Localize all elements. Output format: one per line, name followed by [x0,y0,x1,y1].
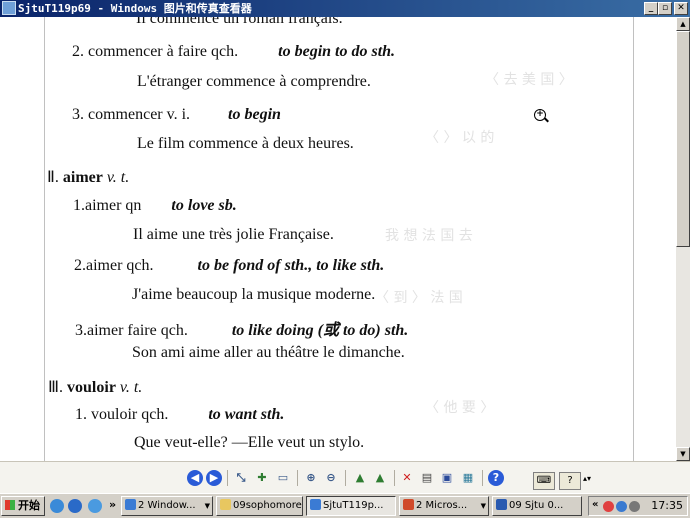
print-icon[interactable]: ▤ [419,470,435,486]
clock: 17:35 [651,499,683,512]
scanned-page: 〈 去 美 国 〉 〈 〉 以 的 我 想 法 国 去 〈 到 〉 法 国 〈 … [44,17,634,461]
toolbar-separator [394,470,395,486]
zoom-out-icon[interactable]: ⊖ [323,470,339,486]
example-line: Que veut-elle? —Elle veut un stylo. [134,434,365,451]
toolbar-separator [297,470,298,486]
best-fit-icon[interactable]: ⤡ [233,470,249,486]
toolbar-separator [345,470,346,486]
example-line: L'étranger commence à comprendre. [137,73,371,90]
messenger-icon[interactable] [88,499,102,513]
language-bar-options-icon[interactable]: ▴▾ [583,474,591,483]
powerpoint-icon [403,499,414,510]
entry-heading: Ⅱ. aimer v. t. [47,169,130,186]
next-image-icon[interactable]: ▶ [206,470,222,486]
slideshow-icon[interactable]: ▭ [275,470,291,486]
save-icon[interactable]: ▣ [439,470,455,486]
toolbar-separator [227,470,228,486]
tray-expand-icon[interactable]: « [592,499,598,510]
image-viewer-app-icon[interactable] [2,1,16,15]
taskbar: 开始 » 2 Window... ▼ 09sophomores SjtuT119p… [0,493,690,518]
definition-line: 1.aimer qn to love sb. [73,197,237,214]
actual-size-icon[interactable]: ✚ [254,470,270,486]
scroll-down-icon[interactable]: ▼ [676,447,690,461]
close-button[interactable]: ✕ [674,2,688,15]
definition-line: 2.aimer qch. to be fond of sth., to like … [74,257,385,274]
taskbar-task-word[interactable]: 09 Sjtu 0... [492,496,582,516]
network-tray-icon[interactable] [616,501,627,512]
previous-image-icon[interactable]: ◀ [187,470,203,486]
window-title: SjtuT119p69 - Windows 图片和传真查看器 [18,2,252,15]
definition-line: 3.aimer faire qch. to like doing (或 to do… [75,322,409,339]
taskbar-task-powerpoint[interactable]: 2 Micros... ▼ [399,496,489,516]
toolbar-separator [482,470,483,486]
system-tray: « 17:35 [588,496,688,516]
example-line: Son ami aime aller au théâtre le dimanch… [132,344,405,361]
delete-icon[interactable]: ✕ [399,470,415,486]
antivirus-tray-icon[interactable] [603,501,614,512]
example-line: Il aime une très jolie Française. [133,226,334,243]
scroll-up-icon[interactable]: ▲ [676,17,690,31]
example-line: Il commence un roman français. [136,17,343,27]
windows-group-icon [125,499,136,510]
entry-heading: Ⅲ. vouloir v. t. [48,379,143,396]
rotate-clockwise-icon[interactable]: ▲ [352,470,368,486]
title-bar: SjtuT119p69 - Windows 图片和传真查看器 _ ▫ ✕ [0,0,690,17]
image-viewer-icon [310,499,321,510]
image-viewport[interactable]: 〈 去 美 国 〉 〈 〉 以 的 我 想 法 国 去 〈 到 〉 法 国 〈 … [0,17,676,461]
definition-line: 1. vouloir qch. to want sth. [75,406,285,423]
definition-line: 3. commencer v. i. to begin [72,106,281,123]
definition-line: 2. commencer à faire qch. to begin to do … [72,43,396,60]
taskbar-task-windows[interactable]: 2 Window... ▼ [121,496,213,516]
example-line: Le film commence à deux heures. [137,135,354,152]
quick-launch-overflow[interactable]: » [109,498,116,511]
edit-icon[interactable]: ▦ [460,470,476,486]
zoom-cursor-icon: + [534,109,546,121]
example-line: J'aime beaucoup la musique moderne. [132,286,376,303]
help-icon[interactable]: ? [488,470,504,486]
windows-flag-icon [5,500,15,510]
rotate-counterclockwise-icon[interactable]: ▲ [372,470,388,486]
scroll-thumb[interactable] [676,31,690,247]
taskbar-task-image-viewer[interactable]: SjtuT119p... [306,496,396,516]
volume-tray-icon[interactable] [629,501,640,512]
zoom-in-icon[interactable]: ⊕ [303,470,319,486]
word-document-icon [496,499,507,510]
restore-button[interactable]: ▫ [658,2,672,15]
folder-icon [220,499,231,510]
taskbar-task-folder[interactable]: 09sophomores [216,496,303,516]
start-button[interactable]: 开始 [1,496,45,516]
vertical-scrollbar[interactable]: ▲ ▼ [676,17,690,461]
show-desktop-icon[interactable] [50,499,64,513]
language-bar-help-icon[interactable]: ? [559,472,581,490]
viewer-toolbar: ◀ ▶ ⤡ ✚ ▭ ⊕ ⊖ ▲ ▲ ✕ ▤ ▣ ▦ ? ⌨ ? ▴▾ [0,461,690,493]
language-bar-keyboard-icon[interactable]: ⌨ [533,472,555,490]
minimize-button[interactable]: _ [644,2,658,15]
internet-explorer-icon[interactable] [68,499,82,513]
